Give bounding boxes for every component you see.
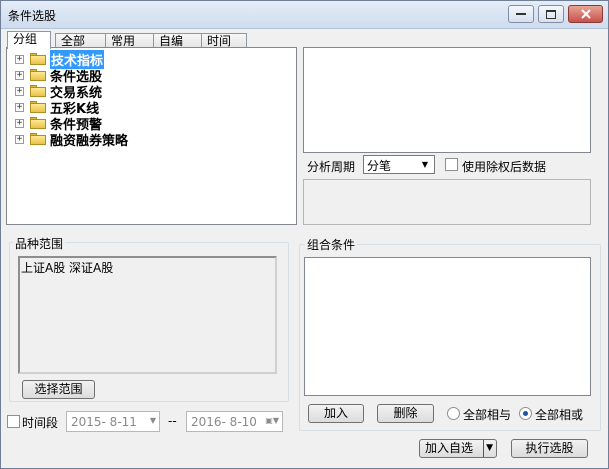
delete-button[interactable]: 删除 [377, 404, 434, 423]
period-value: 分笔 [367, 159, 392, 173]
dropdown-arrow-icon[interactable]: ▼ [483, 440, 493, 457]
expand-icon[interactable]: + [15, 102, 24, 112]
end-date-value: 2016- 8-10 [191, 415, 257, 429]
date-separator: -- [168, 414, 177, 428]
time-range-label: 时间段 [22, 416, 59, 430]
maximize-button[interactable] [538, 5, 564, 23]
formula-tree[interactable]: + 技术指标 + 条件选股 + 交易系统 + 五彩K线 + 条件预警 + 融资融… [6, 47, 297, 225]
maximize-icon [546, 9, 556, 19]
start-date-picker[interactable]: 2015- 8-11 ▼ [66, 411, 160, 432]
and-radio[interactable] [447, 407, 460, 420]
or-radio[interactable] [519, 407, 532, 420]
add-button[interactable]: 加入 [308, 404, 364, 423]
folder-icon [30, 53, 46, 65]
tab-group[interactable]: 分组 [7, 31, 51, 49]
variety-content: 上证A股 深证A股 [21, 261, 114, 275]
time-range-checkbox[interactable] [7, 415, 20, 428]
chevron-down-icon: ▼ [421, 160, 429, 169]
title-bar[interactable]: 条件选股 [1, 1, 608, 29]
start-date-value: 2015- 8-11 [71, 415, 137, 429]
calendar-icon: ▣▼ [265, 416, 279, 425]
period-label: 分析周期 [307, 160, 356, 174]
close-button[interactable] [568, 5, 603, 23]
or-label: 全部相或 [535, 408, 584, 422]
adjust-label: 使用除权后数据 [462, 160, 547, 174]
add-custom-button[interactable]: 加入自选 ▼ [419, 439, 497, 458]
folder-icon [30, 117, 46, 129]
period-select[interactable]: 分笔 ▼ [363, 155, 435, 174]
tree-item-margin[interactable]: + 融资融券策略 [15, 131, 129, 149]
dialog-window: 条件选股 分组 全部 常用 自编 时间 + 技术指标 + 条件选股 + 交易系统… [0, 0, 609, 469]
variety-list[interactable]: 上证A股 深证A股 [18, 256, 277, 374]
close-icon [580, 9, 591, 19]
expand-icon[interactable]: + [15, 118, 24, 128]
parameter-panel [303, 179, 591, 225]
variety-title: 品种范围 [13, 235, 66, 252]
execute-button[interactable]: 执行选股 [511, 439, 588, 458]
add-custom-label: 加入自选 [425, 441, 474, 455]
combo-title: 组合条件 [305, 236, 358, 253]
folder-icon [30, 133, 46, 145]
minimize-icon [516, 13, 526, 15]
folder-icon [30, 101, 46, 113]
combo-list[interactable] [304, 257, 591, 396]
window-title: 条件选股 [8, 9, 57, 23]
expand-icon[interactable]: + [15, 54, 24, 64]
expand-icon[interactable]: + [15, 86, 24, 96]
end-date-picker[interactable]: 2016- 8-10 ▣▼ [186, 411, 283, 432]
select-range-button[interactable]: 选择范围 [22, 380, 95, 399]
folder-icon [30, 69, 46, 81]
chevron-down-icon: ▼ [149, 416, 156, 425]
folder-icon [30, 85, 46, 97]
formula-description [303, 47, 591, 153]
adjust-checkbox[interactable] [445, 158, 458, 171]
expand-icon[interactable]: + [15, 70, 24, 80]
and-label: 全部相与 [463, 408, 512, 422]
expand-icon[interactable]: + [15, 134, 24, 144]
minimize-button[interactable] [508, 5, 534, 23]
tree-item-label: 融资融券策略 [50, 133, 129, 149]
